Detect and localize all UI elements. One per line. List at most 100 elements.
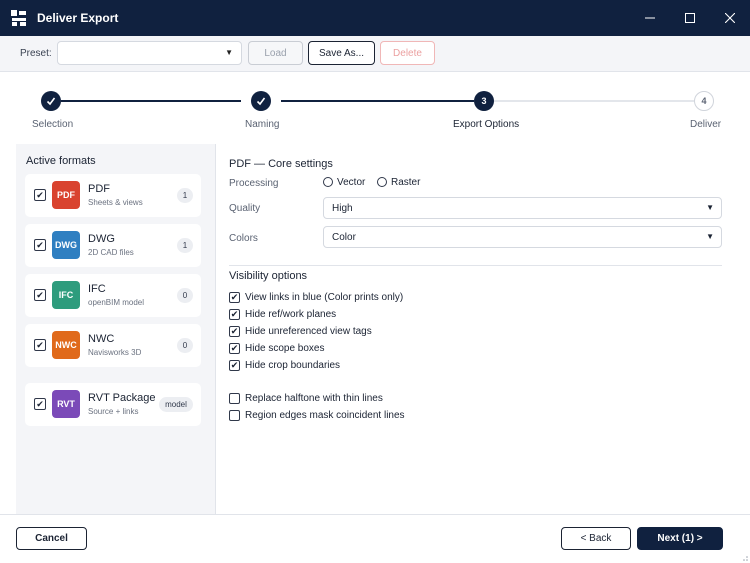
- visibility-option[interactable]: Region edges mask coincident lines: [229, 408, 405, 422]
- raster-label: Raster: [391, 177, 421, 188]
- count-badge: 1: [177, 238, 193, 253]
- format-checkbox[interactable]: ✔: [34, 239, 46, 251]
- format-card-ifc[interactable]: ✔ IFC IFC openBIM model 0: [25, 274, 201, 317]
- next-button[interactable]: Next (1) >: [637, 527, 723, 550]
- close-icon: [725, 13, 735, 23]
- quality-value: High: [332, 203, 353, 214]
- resize-grip-icon[interactable]: [740, 553, 748, 561]
- format-card-rvt[interactable]: ✔ RVT RVT Package Source + links model: [25, 383, 201, 426]
- minimize-icon: [645, 17, 655, 19]
- title-bar: Deliver Export: [0, 0, 750, 36]
- load-button[interactable]: Load: [248, 41, 303, 65]
- footer-bar: Cancel < Back Next (1) >: [0, 514, 750, 563]
- checkbox[interactable]: ✔: [229, 342, 240, 354]
- maximize-button[interactable]: [670, 0, 710, 36]
- delete-button[interactable]: Delete: [380, 41, 435, 65]
- step-connector: [494, 100, 694, 102]
- format-checkbox[interactable]: ✔: [34, 289, 46, 301]
- format-card-dwg[interactable]: ✔ DWG DWG 2D CAD files 1: [25, 224, 201, 267]
- checkbox[interactable]: ✔: [229, 308, 240, 320]
- visibility-option[interactable]: ✔ View links in blue (Color prints only): [229, 290, 403, 304]
- visibility-option[interactable]: ✔ Hide ref/work planes: [229, 307, 336, 321]
- format-name: DWG: [88, 233, 115, 245]
- visibility-option[interactable]: ✔ Hide scope boxes: [229, 341, 325, 355]
- count-badge: 0: [177, 338, 193, 353]
- window-title: Deliver Export: [37, 11, 119, 25]
- visibility-option[interactable]: Replace halftone with thin lines: [229, 391, 383, 405]
- option-label: Replace halftone with thin lines: [245, 392, 383, 404]
- dwg-file-icon: DWG: [52, 231, 80, 259]
- chevron-down-icon: ▼: [706, 232, 714, 241]
- step-connector: [281, 100, 474, 102]
- vector-radio[interactable]: [323, 177, 333, 187]
- step-connector: [61, 100, 241, 102]
- format-description: Source + links: [88, 407, 139, 416]
- sidebar-heading: Active formats: [26, 155, 96, 167]
- export-options-panel: PDF — Core settings Processing Vector Ra…: [215, 144, 734, 514]
- checkbox[interactable]: ✔: [229, 325, 240, 337]
- step-2-indicator[interactable]: [251, 91, 271, 111]
- colors-select[interactable]: Color ▼: [323, 226, 722, 248]
- visibility-title: Visibility options: [229, 270, 308, 282]
- format-description: openBIM model: [88, 298, 145, 307]
- nwc-file-icon: NWC: [52, 331, 80, 359]
- colors-value: Color: [332, 232, 356, 243]
- format-name: PDF: [88, 183, 110, 195]
- step-3-indicator[interactable]: 3: [474, 91, 494, 111]
- checkbox[interactable]: ✔: [229, 359, 240, 371]
- option-label: Hide ref/work planes: [245, 308, 337, 320]
- preset-label: Preset:: [20, 48, 52, 59]
- core-settings-title: PDF — Core settings: [229, 158, 333, 170]
- checkbox[interactable]: ✔: [229, 291, 240, 303]
- model-badge: model: [159, 397, 193, 412]
- option-label: Hide unreferenced view tags: [245, 325, 372, 337]
- format-description: Sheets & views: [88, 198, 143, 207]
- visibility-option[interactable]: ✔ Hide crop boundaries: [229, 358, 340, 372]
- app-logo-icon: [11, 10, 27, 26]
- preset-dropdown[interactable]: ▼: [57, 41, 242, 65]
- rvt-file-icon: RVT: [52, 390, 80, 418]
- vector-label: Vector: [337, 177, 366, 188]
- quality-select[interactable]: High ▼: [323, 197, 722, 219]
- option-label: View links in blue (Color prints only): [245, 291, 404, 303]
- close-button[interactable]: [710, 0, 750, 36]
- preset-bar: Preset: ▼ Load Save As... Delete: [0, 36, 750, 72]
- minimize-button[interactable]: [630, 0, 670, 36]
- format-checkbox[interactable]: ✔: [34, 339, 46, 351]
- format-name: NWC: [88, 333, 115, 345]
- processing-label: Processing: [229, 178, 279, 189]
- chevron-down-icon: ▼: [225, 48, 233, 57]
- main-content: Active formats ✔ PDF PDF Sheets & views …: [16, 144, 734, 514]
- step-3-label: Export Options: [453, 119, 520, 130]
- ifc-file-icon: IFC: [52, 281, 80, 309]
- check-icon: [46, 97, 56, 106]
- raster-radio[interactable]: [377, 177, 387, 187]
- count-badge: 0: [177, 288, 193, 303]
- check-icon: [256, 97, 266, 106]
- format-card-nwc[interactable]: ✔ NWC NWC Navisworks 3D 0: [25, 324, 201, 367]
- format-name: IFC: [88, 283, 106, 295]
- checkbox[interactable]: [229, 409, 240, 421]
- visibility-option[interactable]: ✔ Hide unreferenced view tags: [229, 324, 372, 338]
- pdf-file-icon: PDF: [52, 181, 80, 209]
- checkbox[interactable]: [229, 392, 240, 404]
- save-as-button[interactable]: Save As...: [308, 41, 375, 65]
- step-2-label: Naming: [245, 119, 280, 130]
- step-1-label: Selection: [32, 119, 74, 130]
- format-description: Navisworks 3D: [88, 348, 142, 357]
- format-checkbox[interactable]: ✔: [34, 398, 46, 410]
- step-4-indicator[interactable]: 4: [694, 91, 714, 111]
- format-card-pdf[interactable]: ✔ PDF PDF Sheets & views 1: [25, 174, 201, 217]
- divider: [229, 265, 722, 266]
- chevron-down-icon: ▼: [706, 203, 714, 212]
- back-button[interactable]: < Back: [561, 527, 631, 550]
- format-checkbox[interactable]: ✔: [34, 189, 46, 201]
- wizard-stepper: Selection Naming 3 Export Options 4 Deli…: [0, 72, 750, 144]
- cancel-button[interactable]: Cancel: [16, 527, 87, 550]
- format-name: RVT Package: [88, 392, 156, 404]
- count-badge: 1: [177, 188, 193, 203]
- step-1-indicator[interactable]: [41, 91, 61, 111]
- option-label: Hide crop boundaries: [245, 359, 341, 371]
- colors-label: Colors: [229, 233, 258, 244]
- format-description: 2D CAD files: [88, 248, 134, 257]
